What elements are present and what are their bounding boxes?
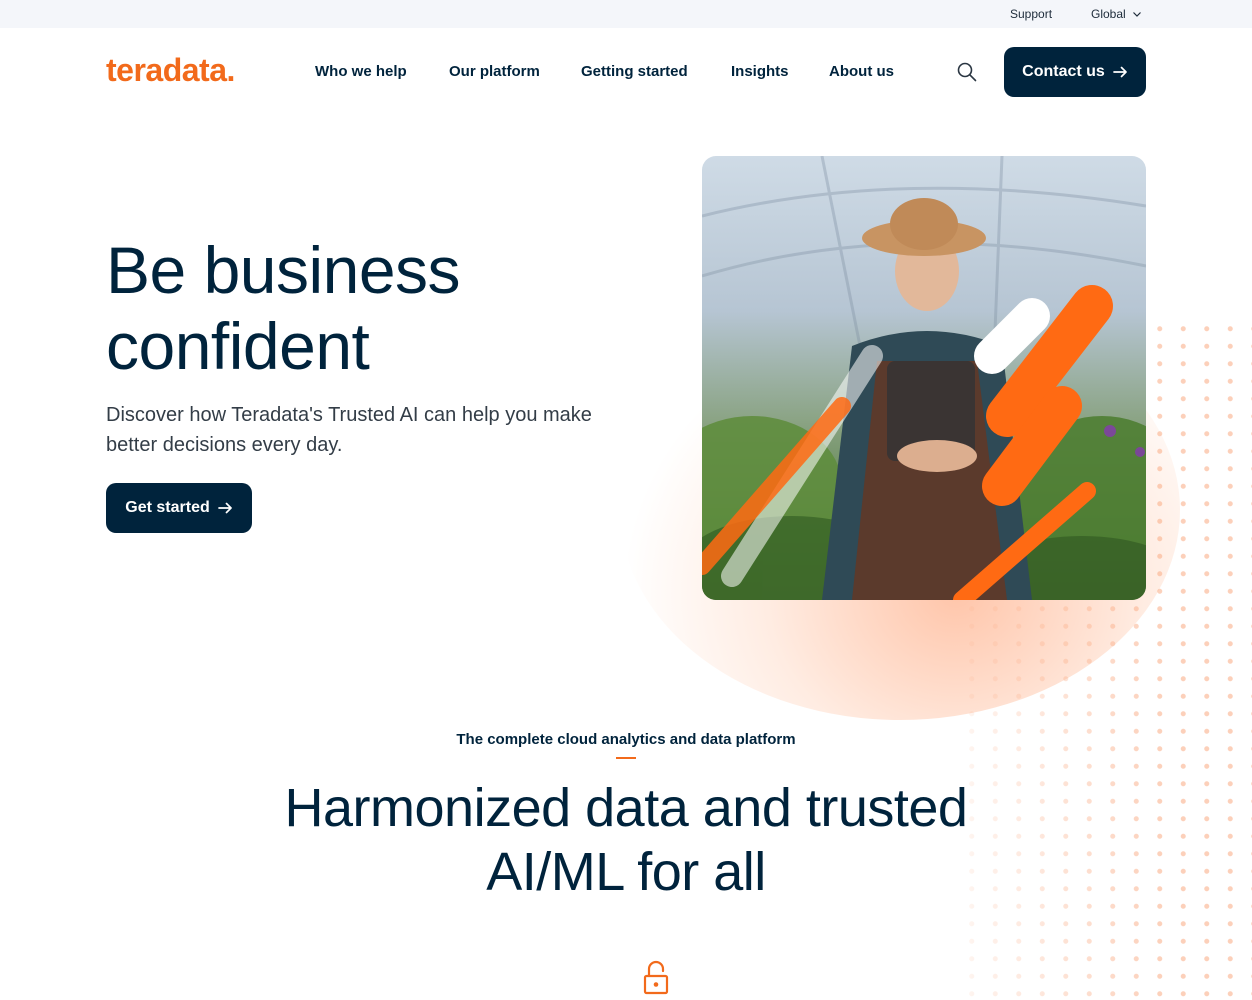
arrow-right-icon <box>1112 66 1127 78</box>
nav-getting-started[interactable]: Getting started <box>581 63 688 80</box>
contact-us-label: Contact us <box>1022 63 1105 80</box>
section-title-line1: Harmonized data and trusted <box>284 778 968 838</box>
main-nav: teradata. Who we help Our platform Getti… <box>0 28 1252 116</box>
hero-image <box>702 156 1146 600</box>
section-title-line2: AI/ML for all <box>486 842 766 902</box>
support-link[interactable]: Support <box>1010 7 1052 21</box>
arrow-right-icon <box>217 502 232 514</box>
chevron-down-icon <box>1132 12 1141 17</box>
hero-subtitle: Discover how Teradata's Trusted AI can h… <box>106 404 592 456</box>
region-label: Global <box>1091 7 1126 21</box>
get-started-button[interactable]: Get started <box>106 483 252 533</box>
nav-insights[interactable]: Insights <box>731 63 789 80</box>
contact-us-button[interactable]: Contact us <box>1004 47 1146 97</box>
hero-title: Be business confident <box>106 232 461 384</box>
section-title: Harmonized data and trusted AI/ML for al… <box>226 776 1026 904</box>
nav-about-us[interactable]: About us <box>829 63 894 80</box>
search-icon <box>957 62 977 82</box>
search-button[interactable] <box>956 61 978 83</box>
utility-bar: Support Global <box>0 0 1252 28</box>
eyebrow-underline <box>616 757 636 759</box>
hero-title-line2: confident <box>106 309 370 383</box>
region-selector[interactable]: Global <box>1091 7 1142 21</box>
section-eyebrow: The complete cloud analytics and data pl… <box>456 731 796 748</box>
hero-title-line1: Be business <box>106 233 461 307</box>
nav-who-we-help[interactable]: Who we help <box>315 63 407 80</box>
unlock-icon <box>643 960 669 995</box>
nav-our-platform[interactable]: Our platform <box>449 63 540 80</box>
get-started-label: Get started <box>125 499 210 516</box>
teradata-logo[interactable]: teradata. <box>106 52 235 89</box>
